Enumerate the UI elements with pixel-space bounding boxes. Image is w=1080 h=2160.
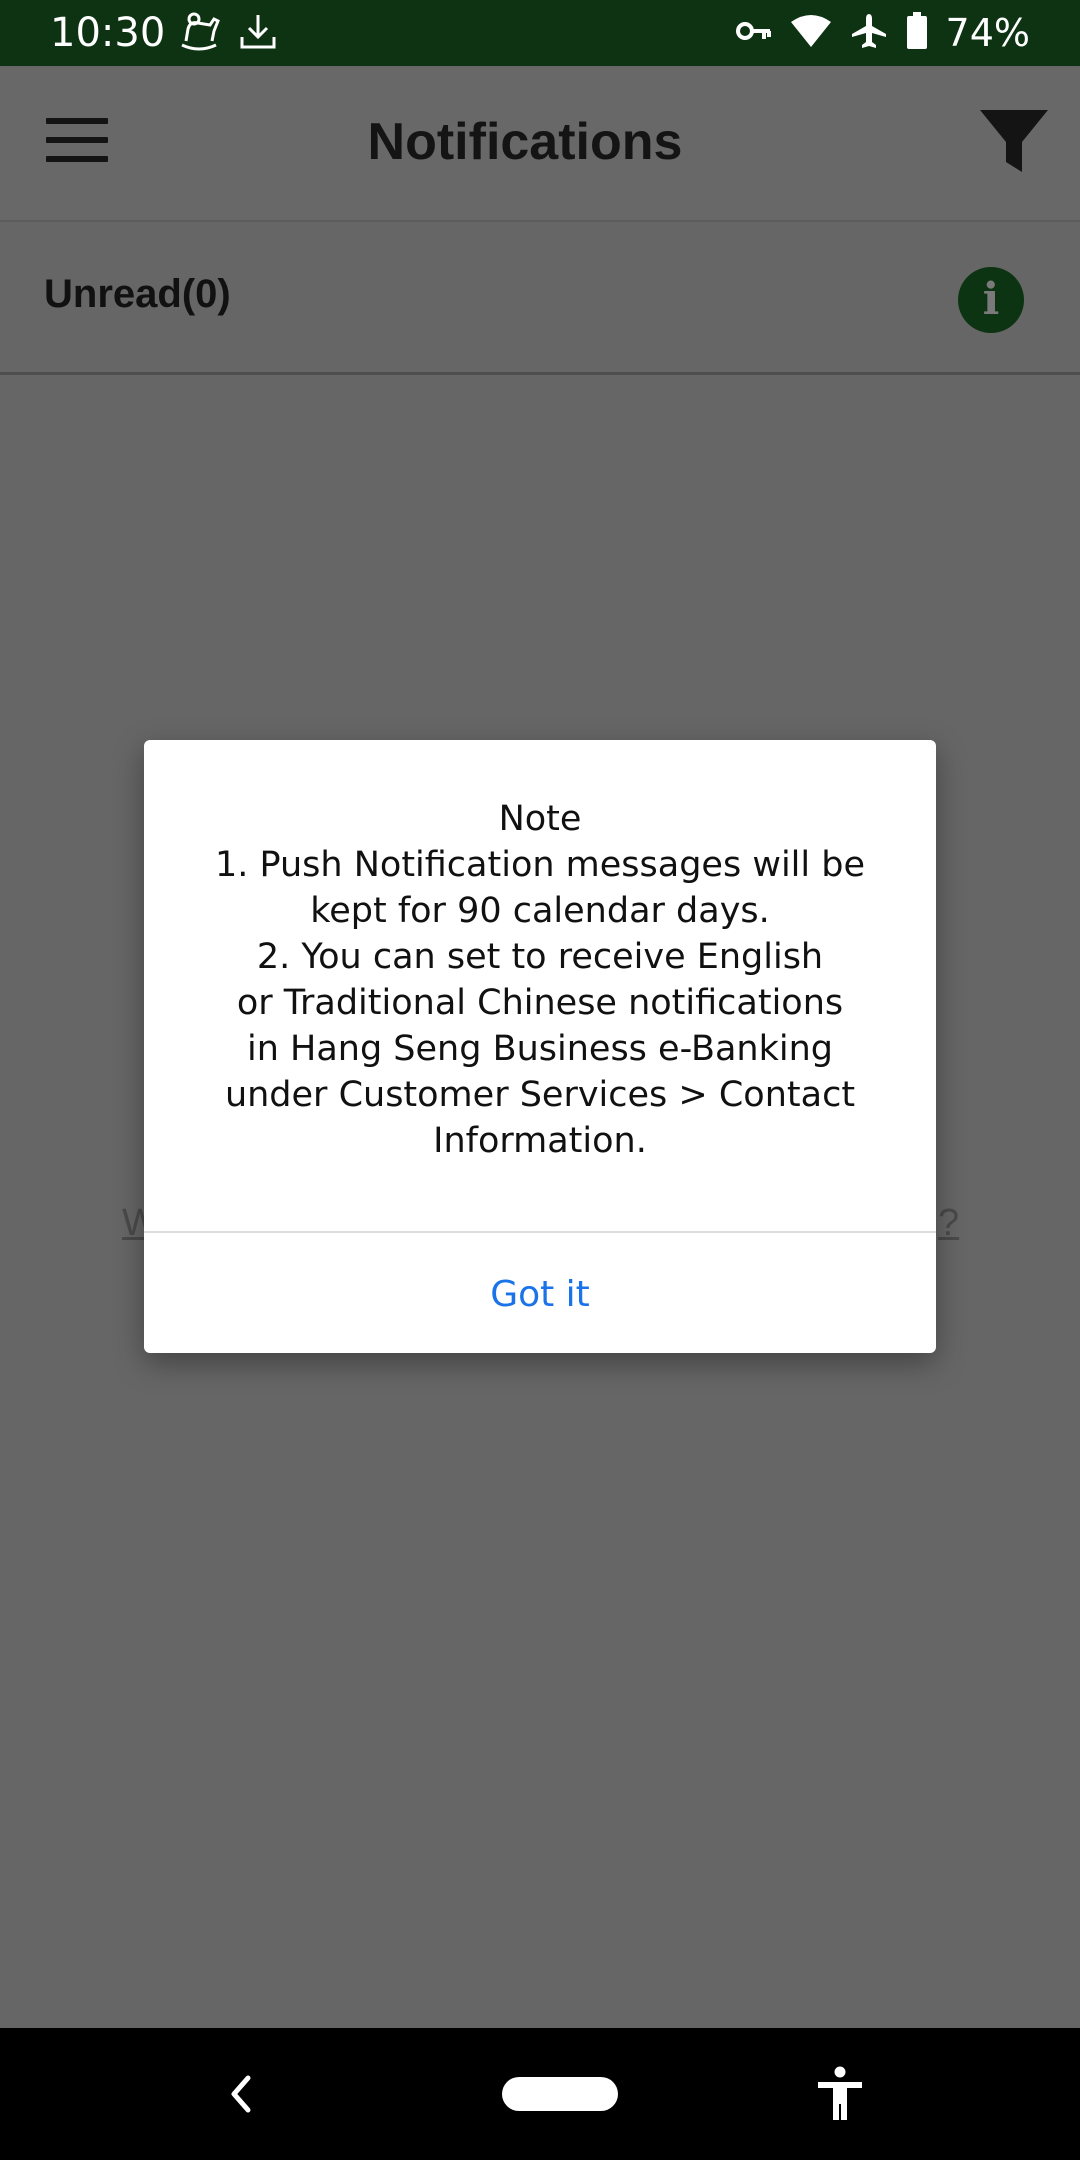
note-dialog: Note 1. Push Notification messages will … (144, 740, 936, 1353)
dialog-title: Note (498, 799, 582, 839)
got-it-button[interactable]: Got it (144, 1233, 936, 1353)
back-chevron-icon[interactable] (222, 2072, 262, 2116)
status-time: 10:30 (50, 10, 166, 56)
page-title: Notifications (367, 113, 683, 171)
app-bar: Notifications (0, 66, 1080, 222)
unread-count-label: Unread(0) (44, 272, 231, 316)
dialog-line: under Customer Services > Contact (224, 1075, 856, 1115)
airplane-icon (850, 12, 888, 55)
rocking-horse-icon (176, 11, 222, 56)
battery-percentage: 74% (945, 11, 1030, 55)
status-right-icons: 74% (735, 10, 1030, 56)
wifi-icon (790, 14, 832, 53)
dialog-line: 2. You can set to receive English (256, 937, 824, 977)
unread-header: Unread(0) i (0, 222, 1080, 375)
accessibility-icon[interactable] (814, 2066, 866, 2122)
download-icon (238, 11, 278, 56)
status-left-icons (176, 10, 278, 56)
dialog-line: 1. Push Notification messages will be (214, 845, 865, 885)
navigation-bar (0, 2028, 1080, 2160)
dialog-line: or Traditional Chinese notifications (236, 983, 844, 1023)
background-hint-right: ? (938, 1202, 960, 1244)
home-pill-icon[interactable] (502, 2077, 618, 2111)
info-icon[interactable]: i (958, 267, 1024, 333)
dialog-line: Information. (433, 1121, 647, 1161)
dialog-body: Note 1. Push Notification messages will … (144, 796, 936, 1164)
filter-icon[interactable] (978, 106, 1050, 178)
dialog-line: in Hang Seng Business e-Banking (246, 1029, 833, 1069)
vpn-key-icon (735, 19, 772, 48)
status-bar: 10:30 74% (0, 0, 1080, 66)
dialog-line: kept for 90 calendar days. (310, 891, 770, 931)
battery-icon (906, 11, 928, 55)
